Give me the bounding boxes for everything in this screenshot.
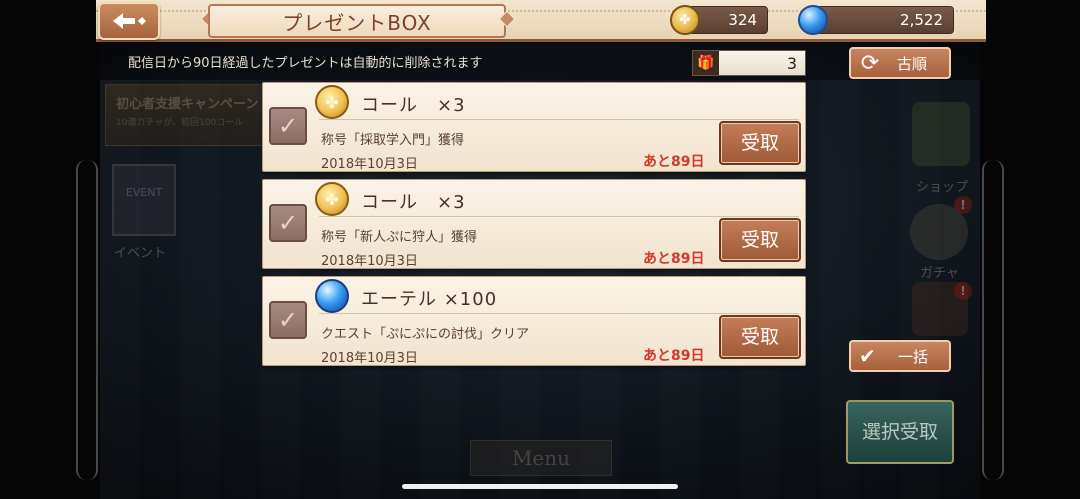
item-date: 2018年10月3日 [321,254,418,269]
left-ornament [76,160,98,480]
select-checkbox[interactable]: ✓ [269,107,307,145]
receive-selected-button[interactable]: 選択受取 [846,400,954,464]
ether-orb-icon [315,279,349,313]
bulk-select-label: 一括 [897,347,928,366]
page-title: プレゼントBOX [208,4,506,38]
item-date: 2018年10月3日 [321,351,418,366]
right-ornament [982,160,1004,480]
receive-button[interactable]: 受取 [719,121,801,165]
present-count: 3 [786,53,797,73]
item-expiry: あと89日 [643,154,705,170]
ether-counter: 2,522 [812,6,954,34]
item-description: クエスト「ぷにぷにの討伐」クリア [321,327,530,342]
item-expiry: あと89日 [643,348,705,364]
receive-button[interactable]: 受取 [719,315,801,359]
item-description: 称号「新人ぷに狩人」獲得 [321,230,478,245]
sort-order-label: 古順 [896,54,927,73]
present-item: ✓ ✤ コール ×3 称号「新人ぷに狩人」獲得 2018年10月3日 あと89日… [262,179,806,269]
item-expiry: あと89日 [643,251,705,267]
select-checkbox[interactable]: ✓ [269,301,307,339]
coin-icon: ✤ [315,182,349,216]
gift-icon: 🎁 [693,51,719,75]
item-name: エーテル ×100 [361,289,498,310]
back-button[interactable] [98,2,160,40]
item-name: コール ×3 [361,192,466,213]
item-name: コール ×3 [361,95,466,116]
refresh-sort-icon: ⟳ [860,50,880,76]
bulk-select-button[interactable]: ✔ 一括 [849,340,951,372]
back-arrow-icon [113,13,146,29]
coin-icon: ✤ [670,5,700,35]
deletion-notice: 配信日から90日経過したプレゼントは自動的に削除されます [128,56,483,71]
present-item: ✓ ✤ コール ×3 称号「採取学入門」獲得 2018年10月3日 あと89日 … [262,82,806,172]
ether-orb-icon [798,5,828,35]
item-date: 2018年10月3日 [321,157,418,172]
present-count-box: 🎁 3 [692,50,806,76]
coin-icon: ✤ [315,85,349,119]
sort-order-button[interactable]: ⟳ 古順 [849,47,951,79]
check-icon: ✔ [859,344,876,368]
present-item: ✓ エーテル ×100 クエスト「ぷにぷにの討伐」クリア 2018年10月3日 … [262,276,806,366]
receive-button[interactable]: 受取 [719,218,801,262]
home-indicator[interactable] [402,484,678,489]
item-description: 称号「採取学入門」獲得 [321,133,465,148]
select-checkbox[interactable]: ✓ [269,204,307,242]
